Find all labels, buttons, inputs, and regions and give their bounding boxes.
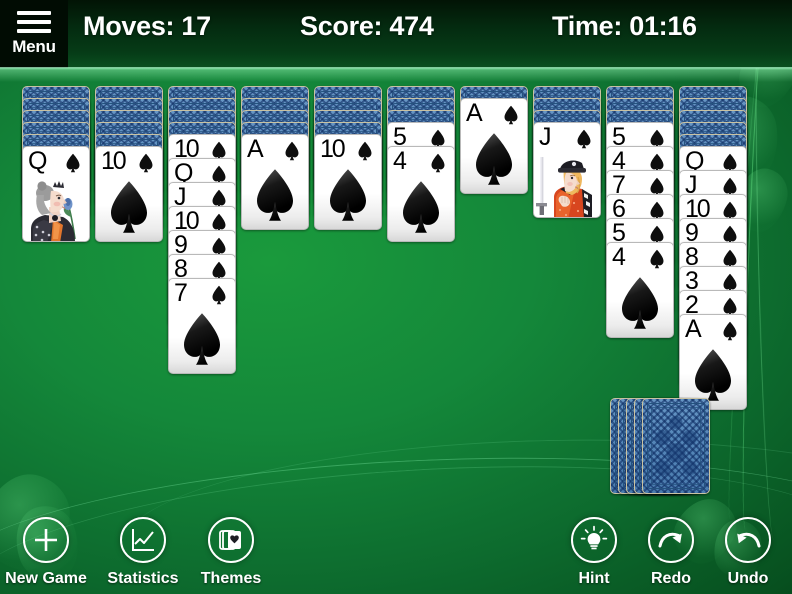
undo-arrow-icon <box>725 517 771 563</box>
spade-pip-icon <box>721 321 739 341</box>
face-card-artwork <box>534 153 600 217</box>
spade-pip-icon <box>283 141 301 161</box>
card-a-spades[interactable]: A <box>679 314 747 410</box>
card-rank-label: 10 <box>320 135 346 163</box>
card-j-spades[interactable]: J <box>533 122 601 218</box>
redo-button-label: Redo <box>651 570 691 587</box>
spade-center-pip-icon <box>615 275 665 331</box>
card-rank-label: A <box>466 99 483 127</box>
spade-pip-icon <box>356 141 374 161</box>
redo-arrow-icon <box>648 517 694 563</box>
themes-button-label: Themes <box>200 570 262 587</box>
new-game-button-label: New Game <box>5 570 87 587</box>
menu-button[interactable]: Menu <box>0 0 68 68</box>
spade-pip-icon <box>429 153 447 173</box>
spade-center-pip-icon <box>688 347 738 403</box>
stock-deal-stack[interactable] <box>642 398 710 494</box>
chart-icon <box>120 517 166 563</box>
card-rank-label: 4 <box>612 243 626 271</box>
bottom-toolbar: New Game Statistics Themes Hint Redo Undo <box>0 504 792 594</box>
spade-pip-icon <box>575 129 593 149</box>
spade-center-pip-icon <box>250 167 300 223</box>
spade-center-pip-icon <box>469 131 519 187</box>
themes-button[interactable]: Themes <box>185 517 277 588</box>
card-a-spades[interactable]: A <box>460 98 528 194</box>
card-4-spades[interactable]: 4 <box>387 146 455 242</box>
card-10-spades[interactable]: 10 <box>95 146 163 242</box>
card-10-spades[interactable]: 10 <box>314 134 382 230</box>
stock-pile[interactable] <box>610 398 710 494</box>
spade-pip-icon <box>648 249 666 269</box>
card-a-spades[interactable]: A <box>241 134 309 230</box>
time-counter: Time: 01:16 <box>552 11 697 41</box>
moves-counter: Moves: 17 <box>83 11 211 41</box>
spade-center-pip-icon <box>396 179 446 235</box>
spade-pip-icon <box>137 153 155 173</box>
card-rank-label: A <box>247 135 264 163</box>
card-7-spades[interactable]: 7 <box>168 278 236 374</box>
spade-pip-icon <box>502 105 520 125</box>
hint-button-label: Hint <box>578 570 610 587</box>
face-card-artwork <box>23 177 89 241</box>
lightbulb-icon <box>571 517 617 563</box>
card-rank-label: A <box>685 315 702 343</box>
card-rank-label: 7 <box>174 279 188 307</box>
spade-pip-icon <box>64 153 82 173</box>
spade-center-pip-icon <box>177 311 227 367</box>
statistics-button-label: Statistics <box>107 570 179 587</box>
spade-center-pip-icon <box>323 167 373 223</box>
score-counter: Score: 474 <box>300 11 434 41</box>
statistics-button[interactable]: Statistics <box>97 517 189 588</box>
card-q-spades[interactable]: Q <box>22 146 90 242</box>
plus-icon <box>23 517 69 563</box>
spade-pip-icon <box>210 285 228 305</box>
game-window: Menu Moves: 17 Score: 474 Time: 01:16 Q 1… <box>0 0 792 594</box>
undo-button-label: Undo <box>727 570 769 587</box>
card-rank-label: Q <box>28 147 47 175</box>
card-rank-label: J <box>539 123 552 151</box>
spade-center-pip-icon <box>104 179 154 235</box>
card-rank-label: 10 <box>101 147 127 175</box>
card-4-spades[interactable]: 4 <box>606 242 674 338</box>
hamburger-icon <box>17 11 51 33</box>
new-game-button[interactable]: New Game <box>0 517 92 588</box>
card-rank-label: 4 <box>393 147 407 175</box>
undo-button[interactable]: Undo <box>702 517 792 588</box>
cards-icon <box>208 517 254 563</box>
status-header: Menu Moves: 17 Score: 474 Time: 01:16 <box>0 0 792 70</box>
menu-button-label: Menu <box>12 37 56 56</box>
